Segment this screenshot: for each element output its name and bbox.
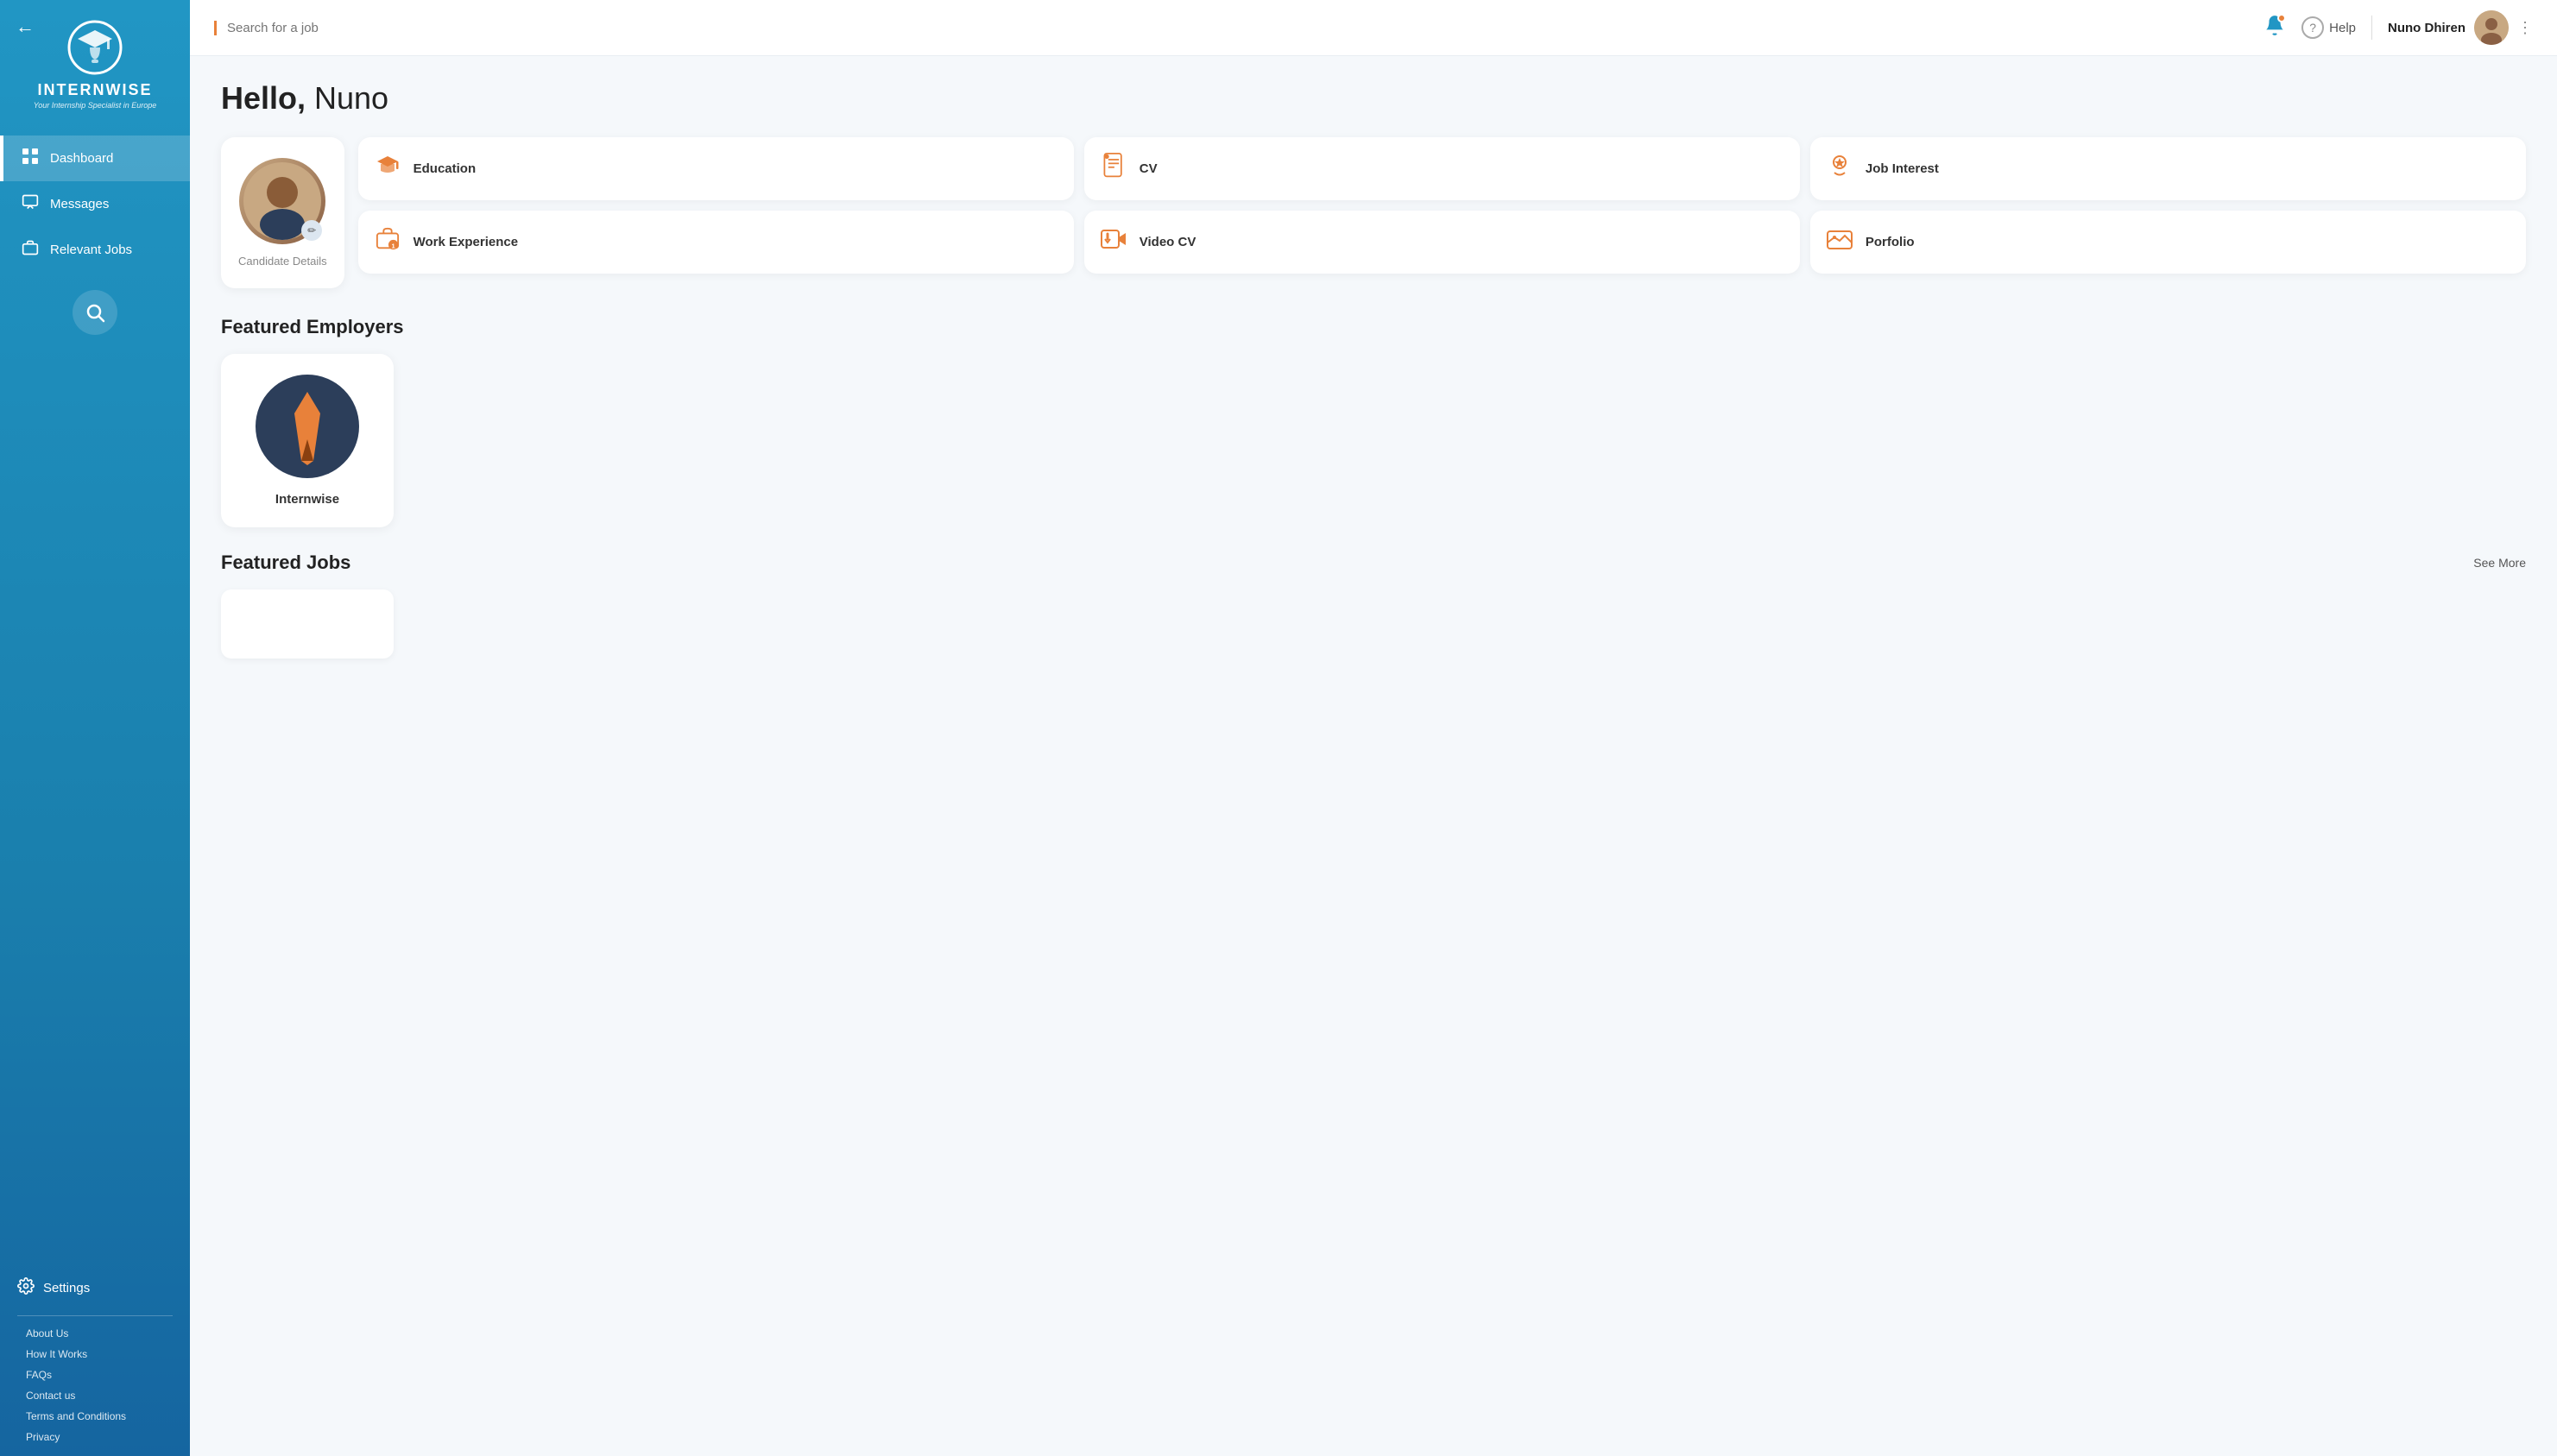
logo-text: INTERNWISE	[37, 81, 152, 99]
employer-card-internwise[interactable]: Internwise	[221, 354, 394, 527]
video-cv-icon	[1098, 227, 1129, 257]
help-label: Help	[2329, 21, 2356, 35]
svg-text:1: 1	[391, 242, 395, 249]
messages-nav-label: Messages	[50, 197, 109, 211]
search-input[interactable]	[227, 21, 2250, 35]
logo-area: INTERNWISE Your Internship Specialist in…	[34, 17, 157, 110]
profile-cards-row: ✏ Candidate Details Education CV Job Inter…	[221, 137, 2526, 288]
portfolio-label: Porfolio	[1866, 235, 1915, 249]
content-area: Hello, Nuno ✏ Candidate De	[190, 56, 2557, 1456]
settings-icon	[17, 1277, 35, 1298]
logo-icon	[65, 17, 125, 78]
search-circle-button[interactable]	[73, 290, 117, 335]
featured-jobs-header: Featured Jobs See More	[221, 552, 2526, 574]
featured-jobs-row	[221, 589, 2526, 659]
job-card-placeholder[interactable]	[221, 589, 394, 659]
feature-card-cv[interactable]: CV	[1084, 137, 1800, 200]
sidebar: ← INTERNWISE Your Internship Specialist …	[0, 0, 190, 1456]
profile-card[interactable]: ✏ Candidate Details	[221, 137, 344, 288]
sidebar-divider	[17, 1315, 173, 1316]
cv-label: CV	[1140, 161, 1158, 176]
education-label: Education	[414, 161, 477, 176]
cv-icon	[1098, 153, 1129, 185]
sidebar-item-messages[interactable]: Messages	[0, 181, 190, 227]
greeting-bold: Hello,	[221, 80, 306, 116]
greeting-name: Nuno	[306, 80, 388, 116]
relevant-jobs-nav-icon	[21, 239, 40, 261]
logo-subtitle: Your Internship Specialist in Europe	[34, 101, 157, 110]
user-menu-dots[interactable]: ⋮	[2517, 19, 2533, 37]
help-icon: ?	[2301, 16, 2324, 39]
sidebar-link-about-us[interactable]: About Us	[0, 1323, 190, 1344]
settings-item[interactable]: Settings	[0, 1267, 190, 1308]
employer-logo-internwise	[256, 375, 359, 478]
profile-card-label: Candidate Details	[238, 255, 327, 268]
feature-card-work-experience[interactable]: 1 Work Experience	[358, 211, 1074, 274]
main-area: ? Help Nuno Dhiren ⋮ Hello,	[190, 0, 2557, 1456]
profile-edit-button[interactable]: ✏	[301, 220, 322, 241]
header-right: ? Help Nuno Dhiren ⋮	[2263, 10, 2533, 45]
sidebar-link-privacy[interactable]: Privacy	[0, 1427, 190, 1447]
sidebar-link-how-it-works[interactable]: How It Works	[0, 1344, 190, 1365]
sidebar-link-faqs[interactable]: FAQs	[0, 1365, 190, 1385]
dashboard-nav-icon	[21, 148, 40, 169]
greeting: Hello, Nuno	[221, 80, 2526, 117]
user-name: Nuno Dhiren	[2388, 21, 2465, 35]
help-button[interactable]: ? Help	[2301, 16, 2356, 39]
video-cv-label: Video CV	[1140, 235, 1196, 249]
notification-button[interactable]	[2263, 14, 2286, 41]
job-interest-label: Job Interest	[1866, 161, 1939, 176]
work-experience-label: Work Experience	[414, 235, 518, 249]
portfolio-icon	[1824, 227, 1855, 257]
profile-photo-wrap: ✏	[239, 158, 325, 244]
education-icon	[372, 153, 403, 185]
relevant-jobs-nav-label: Relevant Jobs	[50, 243, 132, 257]
search-bar[interactable]	[214, 21, 2250, 35]
sidebar-bottom: Settings About UsHow It WorksFAQsContact…	[0, 1267, 190, 1456]
work-experience-icon: 1	[372, 227, 403, 257]
header: ? Help Nuno Dhiren ⋮	[190, 0, 2557, 56]
featured-jobs-title: Featured Jobs	[221, 552, 350, 574]
featured-employers-title: Featured Employers	[221, 316, 2526, 338]
sidebar-link-contact-us[interactable]: Contact us	[0, 1385, 190, 1406]
back-button[interactable]: ←	[16, 16, 35, 38]
header-divider	[2371, 16, 2372, 40]
feature-card-education[interactable]: Education	[358, 137, 1074, 200]
feature-cards-grid: Education CV Job Interest 1 Work Experience V…	[358, 137, 2526, 274]
avatar	[2474, 10, 2509, 45]
messages-nav-icon	[21, 193, 40, 215]
job-interest-icon	[1824, 153, 1855, 185]
feature-card-portfolio[interactable]: Porfolio	[1810, 211, 2526, 274]
employer-name-internwise: Internwise	[275, 492, 339, 507]
sidebar-links: About UsHow It WorksFAQsContact usTerms …	[0, 1323, 190, 1447]
sidebar-item-dashboard[interactable]: Dashboard	[0, 136, 190, 181]
settings-label: Settings	[43, 1281, 90, 1295]
nav-container: Dashboard Messages Relevant Jobs	[0, 136, 190, 273]
employers-row: Internwise	[221, 354, 2526, 527]
feature-card-job-interest[interactable]: Job Interest	[1810, 137, 2526, 200]
see-more-jobs[interactable]: See More	[2473, 556, 2526, 570]
sidebar-link-terms-and-conditions[interactable]: Terms and Conditions	[0, 1406, 190, 1427]
user-area[interactable]: Nuno Dhiren ⋮	[2388, 10, 2533, 45]
sidebar-item-relevant-jobs[interactable]: Relevant Jobs	[0, 227, 190, 273]
dashboard-nav-label: Dashboard	[50, 151, 113, 166]
feature-card-video-cv[interactable]: Video CV	[1084, 211, 1800, 274]
